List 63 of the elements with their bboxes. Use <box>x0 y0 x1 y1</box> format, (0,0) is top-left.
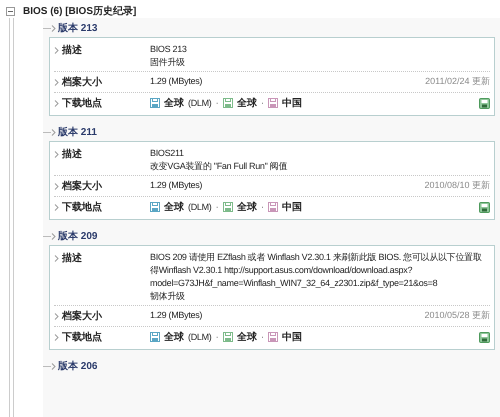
chevron-icon <box>51 128 56 136</box>
version-heading[interactable]: 版本 209 <box>58 229 98 243</box>
update-date: 2010/08/10 更新 <box>424 179 490 192</box>
download-icon[interactable] <box>479 332 490 342</box>
separator-dot: · <box>260 332 264 342</box>
field-label: 下载地点 <box>62 330 102 344</box>
separator-dot: · <box>216 202 219 212</box>
separator-dot: · <box>216 98 219 108</box>
download-icon[interactable] <box>479 98 490 108</box>
update-date: 2010/05/28 更新 <box>424 309 490 322</box>
chevron-icon <box>54 100 59 106</box>
field-label: 档案大小 <box>62 309 102 323</box>
description-text: 固件升级 <box>150 56 186 68</box>
download-link[interactable]: 全球 <box>164 330 184 344</box>
version-heading[interactable]: 版本 211 <box>58 125 97 139</box>
description-text: BIOS211 <box>150 147 185 159</box>
link-note: (DLM) <box>188 201 212 213</box>
download-link[interactable]: 全球 <box>236 200 257 214</box>
collapse-icon[interactable] <box>6 6 15 16</box>
download-link[interactable]: 全球 <box>236 330 257 344</box>
version-heading[interactable]: 版本 213 <box>58 21 98 35</box>
download-link[interactable]: 全球 <box>164 96 184 110</box>
chevron-icon <box>54 150 59 158</box>
field-label: 下载地点 <box>62 200 102 214</box>
update-date: 2011/02/24 更新 <box>425 75 490 88</box>
chevron-icon <box>54 78 59 86</box>
field-label: 档案大小 <box>62 75 102 89</box>
chevron-icon <box>51 362 56 370</box>
chevron-icon <box>54 254 59 262</box>
field-label: 描述 <box>62 44 82 57</box>
separator-dot: · <box>260 202 264 212</box>
chevron-icon <box>51 24 56 32</box>
description-text: 改变VGA装置的 "Fan Full Run" 阀值 <box>150 160 288 172</box>
version-heading[interactable]: 版本 206 <box>58 359 98 373</box>
section-title: BIOS (6) [BIOS历史纪录] <box>23 4 136 18</box>
chevron-icon <box>54 46 59 54</box>
download-link[interactable]: 全球 <box>164 200 184 214</box>
description-text: BIOS 209 请使用 EZflash 或者 Winflash V2.30.1 来刷新此版 BIOS. 您可以从以下位置取 <box>150 251 482 263</box>
description-text: model=G73JH&f_name=Winflash_WIN7_32_64_z2301.zip&f_type=21&os=8 <box>150 277 438 289</box>
download-link[interactable]: 中国 <box>282 200 302 214</box>
description-text: BIOS 213 <box>150 43 188 55</box>
link-note: (DLM) <box>188 97 212 109</box>
field-label: 下载地点 <box>62 96 102 110</box>
field-label: 描述 <box>62 252 82 265</box>
download-link[interactable]: 全球 <box>236 96 257 110</box>
separator-dot: · <box>260 98 264 108</box>
link-note: (DLM) <box>188 331 212 343</box>
field-label: 档案大小 <box>62 179 102 193</box>
download-link[interactable]: 中国 <box>282 330 302 344</box>
file-size: 1.29 (MBytes) <box>150 75 202 87</box>
download-icon[interactable] <box>479 202 490 212</box>
chevron-icon <box>51 232 56 240</box>
chevron-icon <box>54 334 59 340</box>
chevron-icon <box>54 204 59 210</box>
chevron-icon <box>54 182 59 190</box>
chevron-icon <box>54 312 59 320</box>
description-text: 韧体升级 <box>150 290 186 302</box>
description-text: 得Winflash V2.30.1 http://support.asus.com/download/download.aspx? <box>150 264 414 276</box>
field-label: 描述 <box>62 148 82 161</box>
download-link[interactable]: 中国 <box>282 96 302 110</box>
file-size: 1.29 (MBytes) <box>150 309 202 321</box>
file-size: 1.29 (MBytes) <box>150 179 202 191</box>
separator-dot: · <box>216 332 219 342</box>
